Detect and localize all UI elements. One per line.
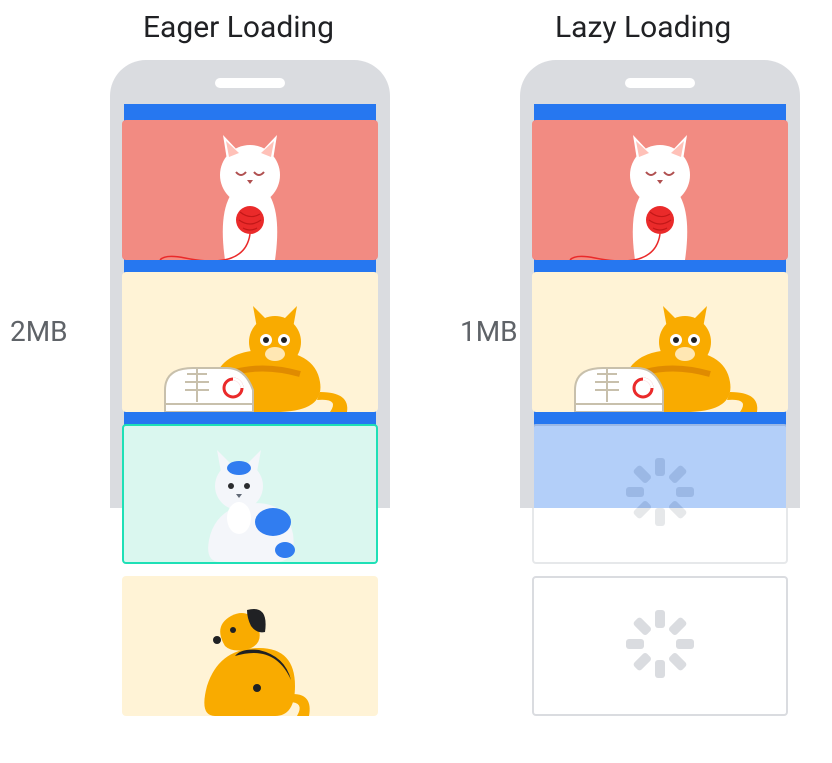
loading-spinner-icon	[545, 424, 775, 562]
dog-sitting-icon	[135, 576, 365, 716]
cat-yarn-icon	[545, 120, 775, 260]
card-cat-yarn	[122, 120, 378, 260]
phone-lazy	[520, 60, 800, 760]
cat-yarn-icon	[135, 120, 365, 260]
card-cat-shoe	[532, 272, 788, 412]
cat-spotted-icon	[135, 424, 365, 562]
heading-lazy: Lazy Loading	[555, 10, 731, 45]
cat-shoe-icon	[135, 272, 365, 412]
loading-spinner-icon	[545, 576, 775, 714]
phone-speaker	[625, 78, 695, 88]
card-placeholder	[532, 424, 788, 564]
card-cat-yarn	[532, 120, 788, 260]
size-label-eager: 2MB	[10, 315, 68, 348]
card-cat-spotted	[122, 424, 378, 564]
card-placeholder	[532, 576, 788, 716]
heading-eager: Eager Loading	[143, 10, 334, 45]
phone-speaker	[215, 78, 285, 88]
card-cat-shoe	[122, 272, 378, 412]
size-label-lazy: 1MB	[460, 315, 518, 348]
card-dog-sitting	[122, 576, 378, 716]
phone-eager	[110, 60, 390, 760]
cat-shoe-icon	[545, 272, 775, 412]
